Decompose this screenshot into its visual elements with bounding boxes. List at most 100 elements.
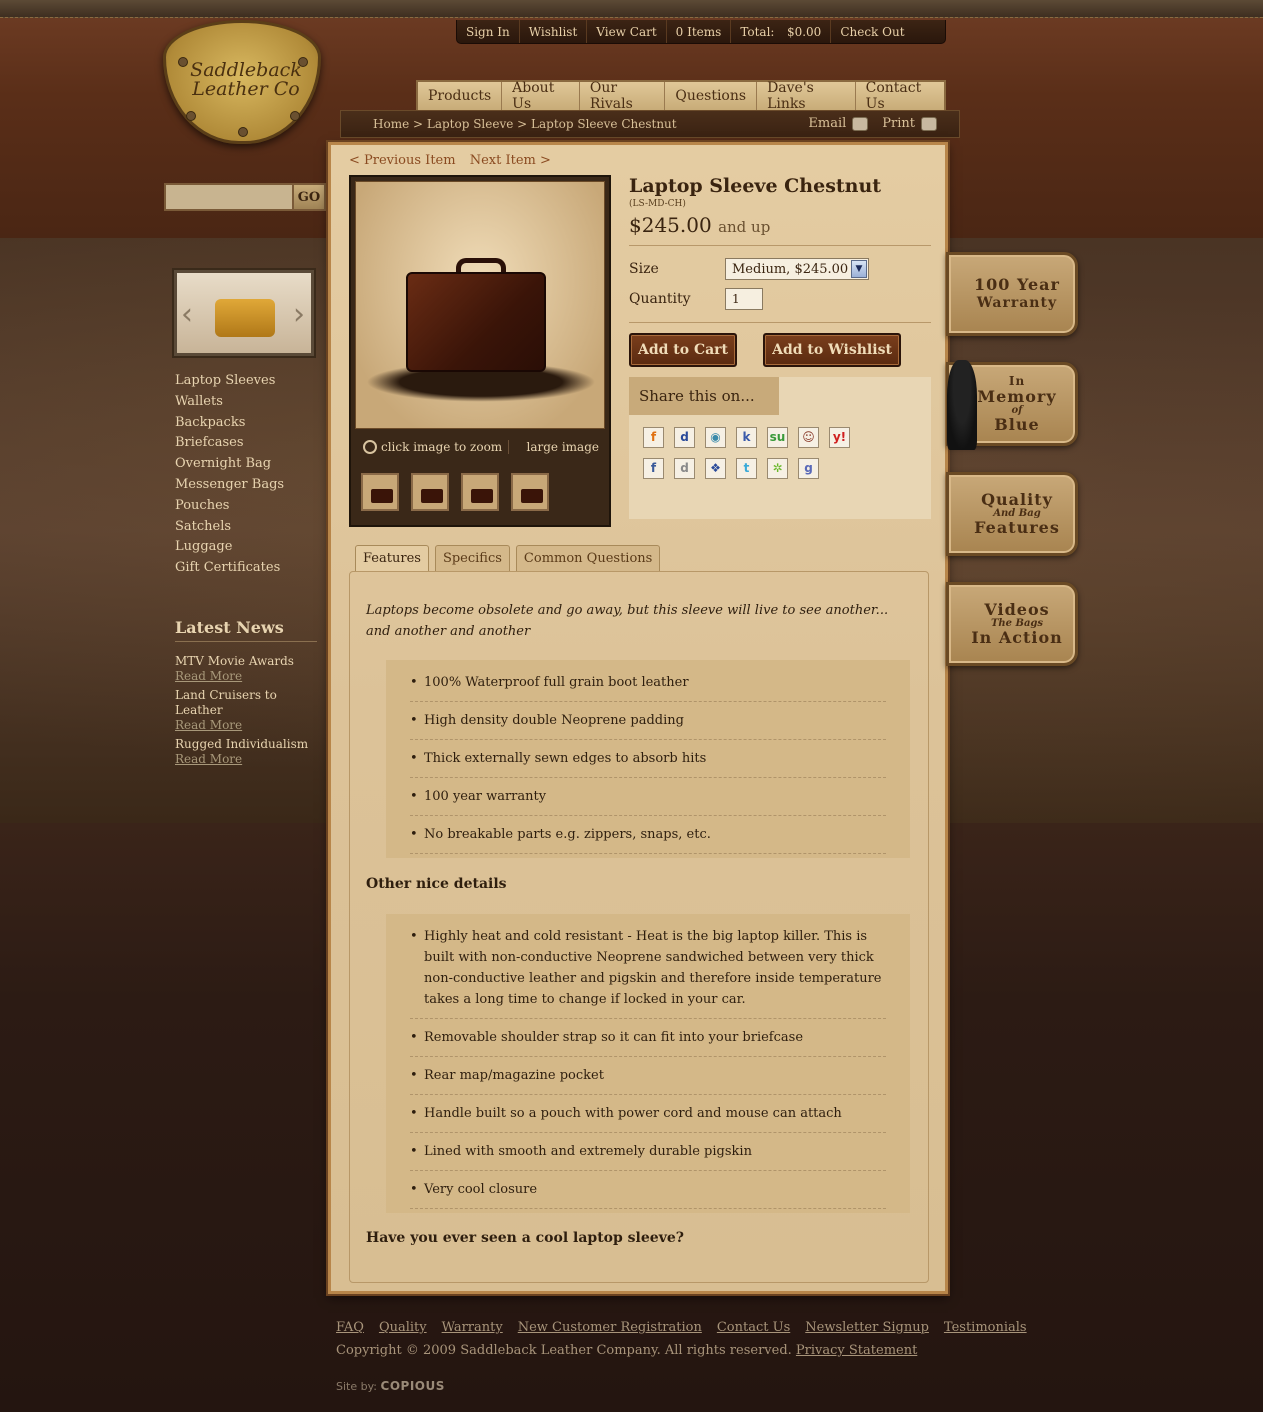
thumbnail[interactable] — [361, 473, 399, 511]
thumbnail[interactable] — [411, 473, 449, 511]
read-more-link[interactable]: Read More — [175, 752, 317, 767]
footer-link-contact[interactable]: Contact Us — [717, 1320, 790, 1335]
view-cart-link[interactable]: View Cart — [587, 20, 667, 43]
email-button[interactable]: Email — [808, 116, 869, 131]
privacy-statement-link[interactable]: Privacy Statement — [796, 1343, 917, 1358]
category-wallets[interactable]: Wallets — [175, 392, 325, 413]
myspace-icon[interactable]: ❖ — [705, 458, 726, 479]
search-input[interactable] — [164, 183, 294, 211]
copyright: Copyright © 2009 Saddleback Leather Comp… — [336, 1343, 917, 1358]
nav-contact-us[interactable]: Contact Us — [856, 80, 944, 112]
promo-line: Warranty — [976, 295, 1058, 311]
account-bar: Sign In Wishlist View Cart 0 Items Total… — [456, 20, 946, 44]
footer-link-warranty[interactable]: Warranty — [442, 1320, 503, 1335]
nav-our-rivals[interactable]: Our Rivals — [580, 80, 666, 112]
thumbnail[interactable] — [461, 473, 499, 511]
category-backpacks[interactable]: Backpacks — [175, 413, 325, 434]
category-gift-certificates[interactable]: Gift Certificates — [175, 558, 325, 579]
list-item: Handle built so a pouch with power cord … — [410, 1095, 886, 1133]
tab-features[interactable]: Features — [355, 545, 429, 571]
featured-product-carousel[interactable]: ‹ › — [172, 268, 316, 358]
dog-image — [947, 360, 977, 450]
closing-heading: Have you ever seen a cool laptop sleeve? — [366, 1230, 684, 1246]
share-box: Share this on... f d ◉ k su ☺ y! f d ❖ t… — [629, 377, 931, 519]
total-value: $0.00 — [786, 24, 822, 39]
list-item: 100 year warranty — [410, 778, 886, 816]
add-to-cart-button[interactable]: Add to Cart — [629, 333, 737, 367]
nav-daves-links[interactable]: Dave's Links — [757, 80, 856, 112]
category-satchels[interactable]: Satchels — [175, 517, 325, 538]
footer-link-quality[interactable]: Quality — [379, 1320, 427, 1335]
tab-common-questions[interactable]: Common Questions — [515, 545, 661, 571]
large-image-link[interactable]: large image — [509, 440, 605, 454]
google-icon[interactable]: g — [798, 458, 819, 479]
nav-questions[interactable]: Questions — [665, 82, 758, 110]
quality-features-promo[interactable]: Quality And Bag Features — [946, 472, 1078, 556]
read-more-link[interactable]: Read More — [175, 718, 317, 733]
kirtsy-icon[interactable]: k — [736, 427, 757, 448]
size-label: Size — [629, 261, 659, 277]
size-select[interactable]: Medium, $245.00 ▼ — [725, 258, 869, 280]
breadcrumb[interactable]: Home > Laptop Sleeve > Laptop Sleeve Che… — [373, 117, 677, 131]
divider — [629, 245, 931, 246]
product-price: $245.00 and up — [629, 213, 931, 237]
latest-news-heading: Latest News — [175, 618, 317, 642]
facebook-icon[interactable]: f — [643, 458, 664, 479]
category-luggage[interactable]: Luggage — [175, 537, 325, 558]
promo-line: In Action — [971, 628, 1063, 647]
copious-logo[interactable]: COPIOUS — [381, 1379, 445, 1393]
reddit-icon[interactable]: ☺ — [798, 427, 819, 448]
footer-link-registration[interactable]: New Customer Registration — [518, 1320, 702, 1335]
site-credit: Site by: COPIOUS — [336, 1379, 445, 1393]
category-briefcases[interactable]: Briefcases — [175, 433, 325, 454]
next-item-link[interactable]: Next Item > — [470, 153, 551, 168]
warranty-promo[interactable]: 100 Year Warranty — [946, 252, 1078, 336]
stumbleupon-icon[interactable]: su — [767, 427, 788, 448]
read-more-link[interactable]: Read More — [175, 669, 317, 684]
chevron-left-icon[interactable]: ‹ — [181, 297, 193, 332]
features-panel: Laptops become obsolete and go away, but… — [349, 571, 929, 1283]
nav-about-us[interactable]: About Us — [502, 80, 580, 112]
diigo-icon[interactable]: ◉ — [705, 427, 726, 448]
yahoo-icon[interactable]: y! — [829, 427, 850, 448]
chevron-down-icon[interactable]: ▼ — [851, 260, 867, 278]
wishlist-link[interactable]: Wishlist — [520, 20, 588, 43]
category-laptop-sleeves[interactable]: Laptop Sleeves — [175, 371, 325, 392]
add-to-wishlist-button[interactable]: Add to Wishlist — [763, 333, 901, 367]
print-label: Print — [882, 116, 915, 131]
tab-specifics[interactable]: Specifics — [434, 545, 510, 571]
nav-products[interactable]: Products — [418, 82, 503, 110]
share-heading: Share this on... — [629, 377, 779, 415]
sign-in-link[interactable]: Sign In — [457, 20, 520, 43]
digg-icon[interactable]: d — [674, 458, 695, 479]
category-pouches[interactable]: Pouches — [175, 496, 325, 517]
print-button[interactable]: Print — [882, 116, 937, 131]
twitter-icon[interactable]: t — [736, 458, 757, 479]
news-title: Land Cruisers to Leather — [175, 688, 277, 717]
breadcrumb-bar: Home > Laptop Sleeve > Laptop Sleeve Che… — [340, 110, 960, 138]
footer-link-faq[interactable]: FAQ — [336, 1320, 364, 1335]
category-messenger-bags[interactable]: Messenger Bags — [175, 475, 325, 496]
rivet-icon — [186, 111, 196, 121]
list-item: Removable shoulder strap so it can fit i… — [410, 1019, 886, 1057]
search-form: GO — [164, 183, 326, 211]
list-item: Thick externally sewn edges to absorb hi… — [410, 740, 886, 778]
zoom-button[interactable]: click image to zoom — [357, 440, 509, 454]
delicious-icon[interactable]: d — [674, 427, 695, 448]
search-go-button[interactable]: GO — [294, 183, 326, 211]
quantity-input[interactable]: 1 — [725, 288, 763, 310]
checkout-link[interactable]: Check Out — [831, 20, 913, 43]
product-image[interactable] — [355, 181, 605, 429]
chevron-right-icon[interactable]: › — [293, 297, 305, 332]
thumbnail[interactable] — [511, 473, 549, 511]
footer-link-newsletter[interactable]: Newsletter Signup — [805, 1320, 929, 1335]
footer-link-testimonials[interactable]: Testimonials — [944, 1320, 1027, 1335]
yelp-icon[interactable]: ✲ — [767, 458, 788, 479]
fark-icon[interactable]: f — [643, 427, 664, 448]
videos-promo[interactable]: Videos The Bags In Action — [946, 582, 1078, 666]
previous-item-link[interactable]: < Previous Item — [349, 153, 456, 168]
product-gallery: click image to zoom large image — [349, 175, 611, 527]
product-tabs: Features Specifics Common Questions — [355, 545, 661, 571]
list-item: High density double Neoprene padding — [410, 702, 886, 740]
category-overnight-bag[interactable]: Overnight Bag — [175, 454, 325, 475]
